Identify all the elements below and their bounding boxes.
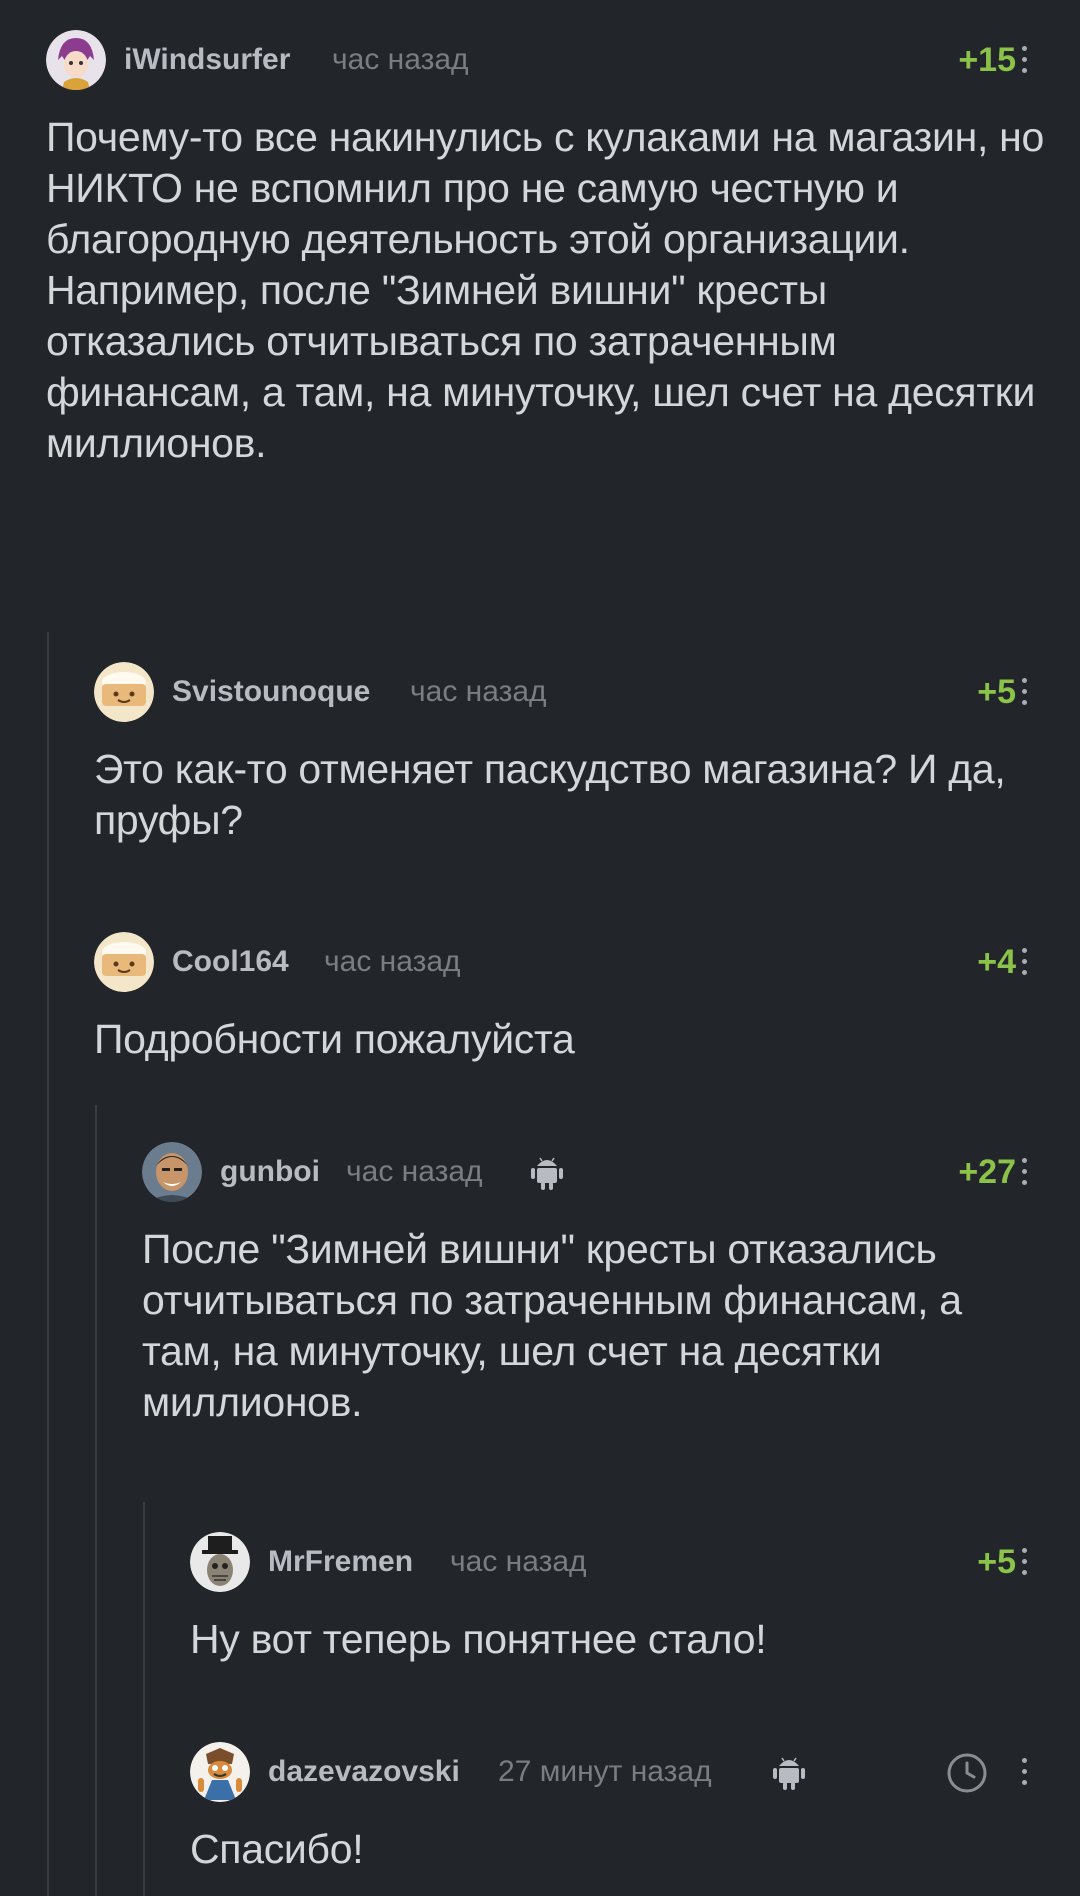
- comment-header: dazevazovski 27 минут назад: [190, 1742, 1046, 1802]
- author-name[interactable]: Svistounoque: [172, 672, 370, 712]
- comment-paragraph: Спасибо!: [190, 1826, 364, 1872]
- comment-text: Спасибо!: [190, 1824, 1046, 1875]
- comment-paragraph: После "Зимней вишни" кресты отказались о…: [142, 1226, 962, 1425]
- timestamp[interactable]: 27 минут назад: [498, 1752, 712, 1792]
- rating: +5: [977, 1543, 1016, 1581]
- more-options-icon[interactable]: [1014, 1152, 1034, 1192]
- comment-header: gunboi час назад +27: [142, 1142, 1046, 1202]
- avatar[interactable]: [94, 932, 154, 992]
- thread-line: [143, 1502, 145, 1896]
- timestamp[interactable]: час назад: [346, 1152, 483, 1192]
- thread-line: [47, 632, 49, 1896]
- avatar[interactable]: [46, 30, 106, 90]
- more-options-icon[interactable]: [1014, 672, 1034, 712]
- more-options-icon[interactable]: [1014, 1752, 1034, 1792]
- comment-paragraph: Это как-то отменяет паскудство магазина?…: [94, 746, 1006, 843]
- comment: MrFremen час назад +5 Ну вот теперь поня…: [190, 1532, 1046, 1662]
- comment: gunboi час назад +27 После "Зимней вишни…: [142, 1142, 1046, 1462]
- comment: Cool164 час назад +4 Подробности пожалуй…: [94, 932, 1046, 1072]
- avatar[interactable]: [142, 1142, 202, 1202]
- comment-text: Почему-то все накинулись с кулаками на м…: [46, 112, 1046, 469]
- comment: Svistounoque час назад +5 Это как-то отм…: [94, 662, 1046, 862]
- comment-header: iWindsurfer час назад +15: [46, 30, 1046, 90]
- author-name[interactable]: dazevazovski: [268, 1752, 460, 1792]
- rating: +15: [958, 41, 1016, 79]
- comment-text: Подробности пожалуйста: [94, 1014, 1046, 1065]
- comment-paragraph: Ну вот теперь понятнее стало!: [190, 1616, 767, 1662]
- comment: iWindsurfer час назад +15 Почему-то все …: [46, 30, 1046, 590]
- timestamp[interactable]: час назад: [332, 40, 469, 80]
- comment-header: Cool164 час назад +4: [94, 932, 1046, 992]
- author-name[interactable]: gunboi: [220, 1152, 320, 1192]
- author-name[interactable]: iWindsurfer: [124, 40, 290, 80]
- more-options-icon[interactable]: [1014, 40, 1034, 80]
- comment-header: MrFremen час назад +5: [190, 1532, 1046, 1592]
- timestamp[interactable]: час назад: [410, 672, 547, 712]
- comment: dazevazovski 27 минут назад Спасибо!: [190, 1742, 1046, 1882]
- comment-text: После "Зимней вишни" кресты отказались о…: [142, 1224, 1046, 1428]
- avatar[interactable]: [190, 1532, 250, 1592]
- rating: +27: [958, 1153, 1016, 1191]
- more-options-icon[interactable]: [1014, 1542, 1034, 1582]
- clock-icon: [946, 1752, 988, 1794]
- rating: +4: [977, 943, 1016, 981]
- avatar[interactable]: [190, 1742, 250, 1802]
- comment-paragraph: Почему-то все накинулись с кулаками на м…: [46, 114, 1044, 262]
- comment-paragraph: Например, после "Зимней вишни" кресты от…: [46, 267, 1036, 466]
- more-options-icon[interactable]: [1014, 942, 1034, 982]
- android-icon: [772, 1752, 806, 1792]
- comment-text: Это как-то отменяет паскудство магазина?…: [94, 744, 1046, 846]
- comment-text: Ну вот теперь понятнее стало!: [190, 1614, 1046, 1665]
- author-name[interactable]: Cool164: [172, 942, 289, 982]
- avatar[interactable]: [94, 662, 154, 722]
- thread-line: [95, 1105, 97, 1896]
- timestamp[interactable]: час назад: [324, 942, 461, 982]
- comment-header: Svistounoque час назад +5: [94, 662, 1046, 722]
- rating: +5: [977, 673, 1016, 711]
- android-icon: [530, 1152, 564, 1192]
- comment-paragraph: Подробности пожалуйста: [94, 1016, 575, 1062]
- timestamp[interactable]: час назад: [450, 1542, 587, 1582]
- author-name[interactable]: MrFremen: [268, 1542, 413, 1582]
